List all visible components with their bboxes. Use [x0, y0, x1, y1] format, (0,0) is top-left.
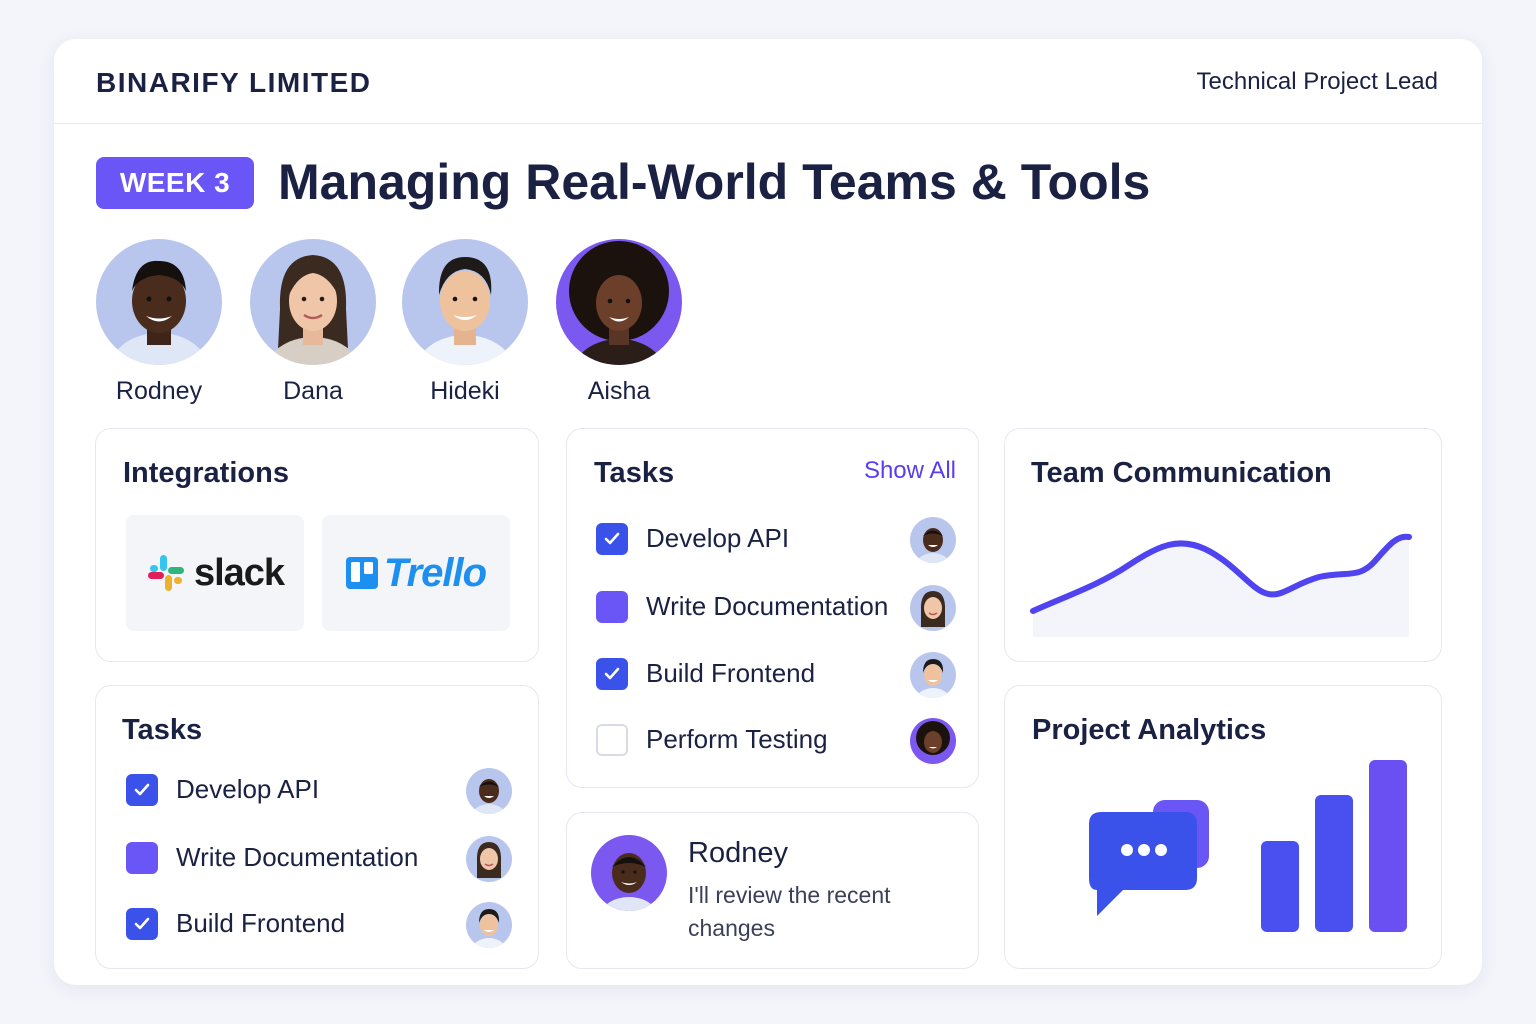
trello-logo-icon — [345, 557, 378, 589]
assignee-avatar — [910, 718, 956, 764]
message-avatar — [591, 835, 667, 911]
show-all-link[interactable]: Show All — [864, 457, 956, 485]
week-badge: WEEK 3 — [96, 157, 254, 209]
panel-title: Tasks — [594, 457, 675, 489]
message-panel[interactable]: Rodney I'll review the recent changes — [566, 812, 979, 969]
task-checkbox[interactable] — [596, 523, 628, 555]
slack-label: slack — [193, 551, 285, 594]
member-name: Rodney — [115, 377, 203, 405]
task-row[interactable]: Perform Testing — [596, 718, 956, 764]
assignee-avatar — [910, 585, 956, 631]
checkmark-icon — [604, 532, 620, 545]
task-checkbox[interactable] — [596, 724, 628, 756]
slack-logo-icon — [147, 555, 184, 591]
panel-title: Integrations — [123, 457, 289, 489]
main-card: BINARIFY LIMITED Technical Project Lead … — [54, 39, 1482, 985]
team-member-dana[interactable]: Dana — [250, 239, 376, 406]
avatar[interactable] — [250, 239, 376, 365]
message-author: Rodney — [688, 837, 788, 869]
team-communication-panel: Team Communication — [1004, 428, 1442, 662]
panel-title: Team Communication — [1031, 457, 1332, 489]
tasks-secondary-panel: Tasks Develop API Write Documentation Bu… — [95, 685, 539, 969]
task-checkbox[interactable] — [126, 774, 158, 806]
task-checkbox[interactable] — [596, 591, 628, 623]
member-name: Dana — [283, 377, 343, 405]
assignee-avatar — [910, 517, 956, 563]
analytics-bar — [1315, 795, 1353, 932]
task-label: Develop API — [646, 523, 790, 553]
task-row[interactable]: Develop API — [596, 517, 956, 563]
team-member-rodney[interactable]: Rodney — [96, 239, 222, 406]
communication-trend-graph — [1030, 533, 1412, 637]
assignee-avatar — [466, 768, 512, 814]
analytics-bar — [1261, 841, 1299, 932]
checkmark-icon — [134, 783, 150, 796]
task-list: Develop API Write Documentation Build Fr… — [596, 517, 956, 767]
user-role: Technical Project Lead — [1196, 68, 1438, 95]
task-label: Write Documentation — [646, 591, 889, 621]
checkmark-icon — [134, 917, 150, 930]
task-label: Perform Testing — [646, 724, 828, 754]
team-member-aisha[interactable]: Aisha — [556, 239, 682, 406]
task-row[interactable]: Build Frontend — [126, 902, 512, 948]
team-member-hideki[interactable]: Hideki — [402, 239, 528, 406]
assignee-avatar — [466, 902, 512, 948]
avatar[interactable] — [556, 239, 682, 365]
page-title: Managing Real-World Teams & Tools — [278, 154, 1151, 210]
integrations-panel: Integrations slack Trello — [95, 428, 539, 662]
slack-integration[interactable]: slack — [126, 515, 304, 631]
panel-title: Project Analytics — [1032, 714, 1267, 746]
task-checkbox[interactable] — [126, 842, 158, 874]
task-list: Develop API Write Documentation Build Fr… — [126, 768, 512, 948]
task-checkbox[interactable] — [126, 908, 158, 940]
task-checkbox[interactable] — [596, 658, 628, 690]
team-members: Rodney Dana Hideki Aisha — [96, 239, 716, 409]
task-label: Develop API — [176, 774, 320, 804]
panel-title: Tasks — [122, 714, 203, 746]
task-row[interactable]: Write Documentation — [596, 585, 956, 631]
task-label: Build Frontend — [176, 908, 346, 938]
task-label: Write Documentation — [176, 842, 419, 872]
task-label: Build Frontend — [646, 658, 816, 688]
company-name: BINARIFY LIMITED — [96, 67, 372, 98]
assignee-avatar — [466, 836, 512, 882]
trello-integration[interactable]: Trello — [322, 515, 510, 631]
tasks-main-panel: Tasks Show All Develop API Write Documen… — [566, 428, 979, 788]
project-analytics-panel: Project Analytics — [1004, 685, 1442, 969]
member-name: Hideki — [430, 377, 500, 405]
member-name: Aisha — [587, 377, 651, 405]
task-row[interactable]: Build Frontend — [596, 652, 956, 698]
analytics-bar — [1369, 760, 1407, 932]
avatar[interactable] — [402, 239, 528, 365]
trello-label: Trello — [383, 550, 487, 595]
checkmark-icon — [604, 667, 620, 680]
top-bar: BINARIFY LIMITED Technical Project Lead — [54, 39, 1482, 124]
task-row[interactable]: Write Documentation — [126, 836, 512, 882]
assignee-avatar — [910, 652, 956, 698]
avatar[interactable] — [96, 239, 222, 365]
task-row[interactable]: Develop API — [126, 768, 512, 814]
message-text: I'll review the recent changes — [688, 882, 891, 941]
chat-bubble-icon — [1089, 800, 1209, 916]
analytics-bar-chart — [1261, 760, 1415, 932]
